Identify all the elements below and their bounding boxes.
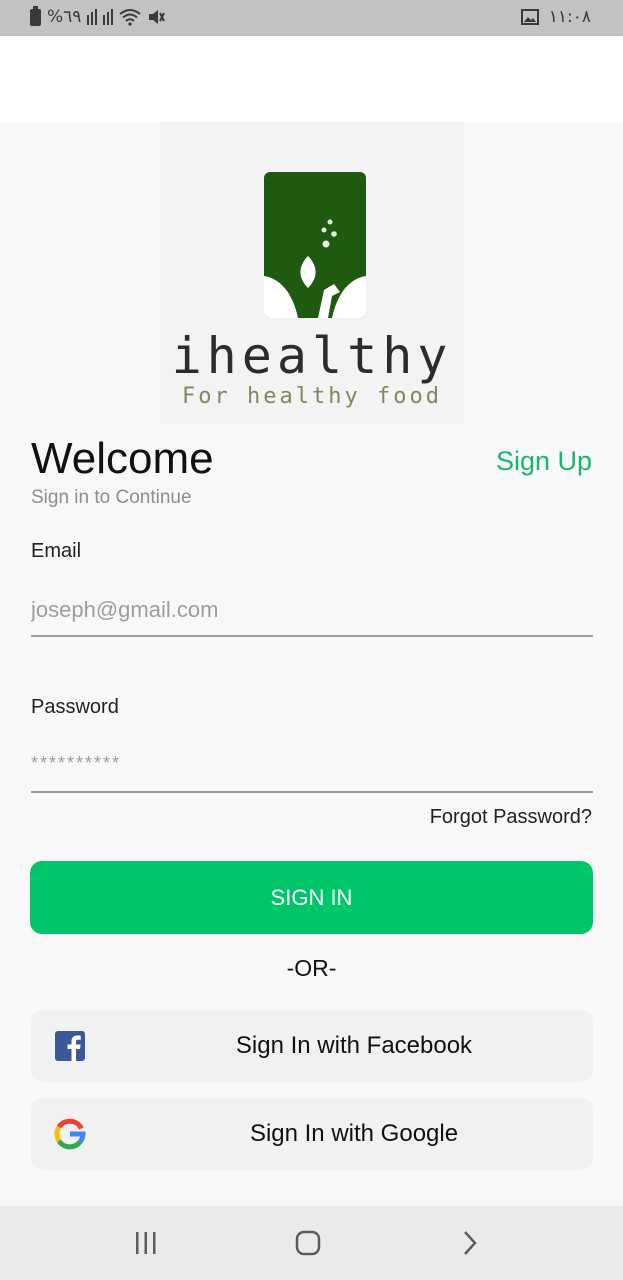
email-label: Email — [31, 540, 82, 562]
signal-icon — [87, 9, 98, 25]
status-bar: %٦٩ ١١:٠٨ — [0, 0, 623, 36]
image-icon — [520, 9, 539, 25]
status-right: ١١:٠٨ — [520, 7, 591, 27]
status-left: %٦٩ — [30, 5, 166, 27]
forgot-password-link[interactable]: Forgot Password? — [430, 806, 592, 829]
battery-percent: %٦٩ — [47, 7, 82, 27]
back-icon[interactable] — [450, 1228, 490, 1258]
page-subtitle: Sign in to Continue — [31, 487, 192, 508]
email-field[interactable] — [31, 584, 593, 637]
sign-up-link[interactable]: Sign Up — [496, 446, 592, 477]
sign-in-button[interactable]: SIGN IN — [30, 861, 593, 934]
system-nav-bar — [0, 1206, 623, 1280]
google-button-label: Sign In with Google — [249, 1120, 459, 1147]
recent-apps-icon[interactable] — [126, 1228, 166, 1258]
facebook-icon — [55, 1031, 85, 1061]
signal-icon — [103, 9, 114, 25]
page-title: Welcome — [31, 434, 214, 483]
logo-mark — [264, 172, 366, 318]
or-divider: -OR- — [286, 955, 337, 981]
logo-brand-text: ihealthy — [171, 327, 453, 385]
app-logo: ihealthy For healthy food — [160, 122, 464, 424]
facebook-sign-in-button[interactable]: Sign In with Facebook — [31, 1010, 593, 1082]
home-icon[interactable] — [288, 1228, 328, 1258]
logo-tagline: For healthy food — [182, 384, 442, 409]
password-field[interactable] — [31, 736, 593, 793]
facebook-button-label: Sign In with Facebook — [235, 1032, 473, 1059]
battery-icon — [30, 5, 41, 26]
status-time: ١١:٠٨ — [548, 7, 591, 27]
mute-icon — [149, 10, 166, 24]
app-bar — [0, 36, 623, 122]
wifi-icon — [119, 9, 142, 26]
google-sign-in-button[interactable]: Sign In with Google — [31, 1098, 593, 1170]
google-icon — [54, 1118, 86, 1150]
password-label: Password — [31, 696, 119, 718]
